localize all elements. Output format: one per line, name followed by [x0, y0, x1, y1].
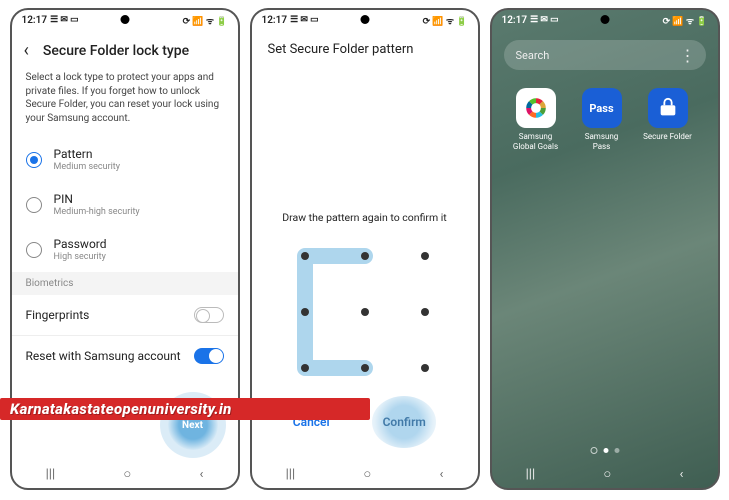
radio-icon: [26, 242, 42, 258]
camera-hole: [360, 15, 369, 24]
biometrics-header: Biometrics: [12, 272, 238, 295]
phone-app-drawer: 12:17 ☰ ✉ ▭ ⟳ 📶 ᯤ 🔋 Search ⋮: [490, 8, 720, 490]
search-bar[interactable]: Search ⋮: [504, 40, 706, 70]
option-sublabel: Medium-high security: [54, 207, 140, 217]
status-left-icons: ☰ ✉ ▭: [290, 15, 319, 25]
status-time: 12:17: [262, 15, 288, 26]
app-samsung-pass[interactable]: Pass Samsung Pass: [576, 88, 628, 151]
back-icon[interactable]: ‹: [24, 40, 29, 61]
pattern-dot[interactable]: [361, 364, 369, 372]
status-time: 12:17: [502, 15, 528, 26]
page-dot-home-icon[interactable]: [590, 447, 597, 454]
app-label: Samsung Global Goals: [510, 132, 562, 151]
watermark-text: Karnatakastateopenuniversity.in: [10, 400, 232, 418]
pattern-dot[interactable]: [361, 252, 369, 260]
goals-icon: [516, 88, 556, 128]
radio-icon: [26, 152, 42, 168]
camera-hole: [120, 15, 129, 24]
nav-back-icon[interactable]: ‹: [679, 467, 683, 482]
option-pin[interactable]: PIN Medium-high security: [12, 182, 238, 227]
next-label: Next: [182, 420, 203, 431]
option-sublabel: Medium security: [54, 162, 121, 172]
page-title: Secure Folder lock type: [43, 43, 189, 59]
reset-row[interactable]: Reset with Samsung account: [12, 336, 238, 376]
nav-recent-icon[interactable]: |||: [286, 467, 296, 482]
option-label: PIN: [54, 192, 140, 206]
reset-label: Reset with Samsung account: [26, 349, 181, 363]
page-title: Set Secure Folder pattern: [252, 30, 478, 61]
nav-back-icon[interactable]: ‹: [199, 467, 203, 482]
status-right-icons: ⟳ 📶 ᯤ 🔋: [423, 14, 468, 27]
nav-recent-icon[interactable]: |||: [46, 467, 56, 482]
fingerprints-row[interactable]: Fingerprints: [12, 295, 238, 335]
app-label: Samsung Pass: [576, 132, 628, 151]
pattern-grid[interactable]: [290, 242, 440, 382]
nav-home-icon[interactable]: ○: [603, 466, 611, 482]
folder-icon: [648, 88, 688, 128]
header: ‹ Secure Folder lock type: [12, 30, 238, 67]
pattern-dot[interactable]: [361, 308, 369, 316]
nav-home-icon[interactable]: ○: [363, 466, 371, 482]
app-grid: Samsung Global Goals Pass Samsung Pass S…: [492, 76, 718, 163]
pattern-dot[interactable]: [421, 308, 429, 316]
pass-icon: Pass: [582, 88, 622, 128]
search-placeholder: Search: [516, 49, 550, 62]
page-dot[interactable]: [614, 448, 619, 453]
page-indicator: [590, 447, 619, 454]
more-icon[interactable]: ⋮: [680, 46, 694, 65]
app-label: Secure Folder: [643, 132, 692, 142]
status-right-icons: ⟳ 📶 ᯤ 🔋: [183, 14, 228, 27]
option-password[interactable]: Password High security: [12, 227, 238, 272]
camera-hole: [600, 15, 609, 24]
nav-bar: ||| ○ ‹: [12, 460, 238, 488]
nav-bar: ||| ○ ‹: [252, 460, 478, 488]
status-bar: 12:17 ☰ ✉ ▭ ⟳ 📶 ᯤ 🔋: [492, 10, 718, 30]
watermark-banner: Karnatakastateopenuniversity.in: [0, 398, 370, 420]
app-secure-folder[interactable]: Secure Folder: [642, 88, 694, 151]
nav-bar: ||| ○ ‹: [492, 460, 718, 488]
nav-recent-icon[interactable]: |||: [526, 467, 536, 482]
status-bar: 12:17 ☰ ✉ ▭ ⟳ 📶 ᯤ 🔋: [12, 10, 238, 30]
confirm-label: Confirm: [383, 415, 426, 429]
status-left-icons: ☰ ✉ ▭: [50, 15, 79, 25]
radio-icon: [26, 197, 42, 213]
fingerprints-label: Fingerprints: [26, 308, 90, 322]
confirm-button[interactable]: Confirm: [372, 396, 436, 448]
pattern-dot[interactable]: [421, 364, 429, 372]
status-right-icons: ⟳ 📶 ᯤ 🔋: [663, 14, 708, 27]
status-bar: 12:17 ☰ ✉ ▭ ⟳ 📶 ᯤ 🔋: [252, 10, 478, 30]
pattern-dot[interactable]: [301, 364, 309, 372]
toggle-off-icon[interactable]: [194, 307, 224, 323]
status-left-icons: ☰ ✉ ▭: [530, 15, 559, 25]
pattern-dot[interactable]: [421, 252, 429, 260]
nav-back-icon[interactable]: ‹: [439, 467, 443, 482]
nav-home-icon[interactable]: ○: [123, 466, 131, 482]
toggle-on-icon[interactable]: [194, 348, 224, 364]
option-pattern[interactable]: Pattern Medium security: [12, 137, 238, 182]
option-sublabel: High security: [54, 252, 107, 262]
page-description: Select a lock type to protect your apps …: [12, 67, 238, 137]
pattern-dot[interactable]: [301, 308, 309, 316]
page-dot[interactable]: [603, 448, 608, 453]
app-samsung-global-goals[interactable]: Samsung Global Goals: [510, 88, 562, 151]
option-label: Pattern: [54, 147, 121, 161]
option-label: Password: [54, 237, 107, 251]
pattern-dot[interactable]: [301, 252, 309, 260]
status-time: 12:17: [22, 15, 48, 26]
pattern-instruction: Draw the pattern again to confirm it: [252, 211, 478, 224]
